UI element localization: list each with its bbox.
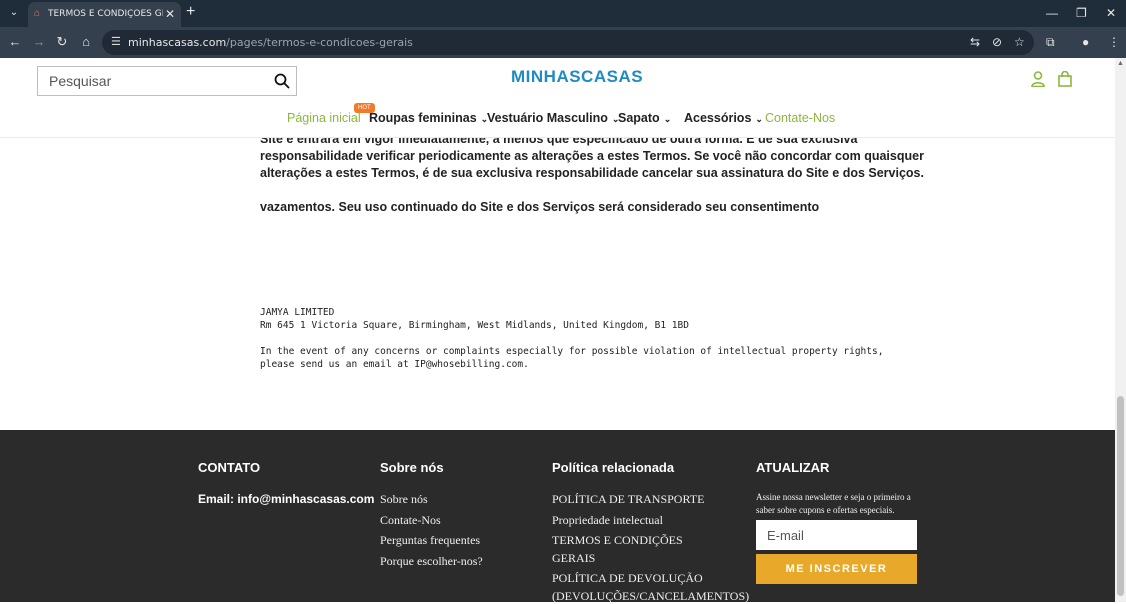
ip-notice-line: In the event of any concerns or complain… bbox=[260, 346, 884, 357]
footer-email[interactable]: Email: info@minhascasas.com bbox=[198, 492, 374, 506]
footer-link-faq[interactable]: Perguntas frequentes bbox=[380, 533, 480, 548]
nav-accessories[interactable]: Acessórios ⌄ bbox=[684, 109, 763, 128]
footer-link-terms[interactable]: TERMOS E CONDIÇÕES bbox=[552, 533, 683, 548]
footer-contact-title: CONTATO bbox=[198, 460, 261, 475]
site-footer: CONTATO Email: info@minhascasas.com Sobr… bbox=[0, 430, 1115, 603]
footer-link-returns[interactable]: POLÍTICA DE DEVOLUÇÃO bbox=[552, 571, 703, 586]
footer-about-title: Sobre nós bbox=[380, 460, 444, 475]
ip-notice-line: please send us an email at IP@whosebilli… bbox=[260, 359, 529, 370]
terms-line: Site e entrará em vigor imediatamente, a… bbox=[260, 138, 858, 146]
chevron-down-icon: ⌄ bbox=[755, 114, 763, 124]
menu-dots-icon[interactable]: ⋮ bbox=[1108, 34, 1120, 50]
eye-off-icon[interactable]: ⊘ bbox=[992, 35, 1002, 50]
translate-icon[interactable]: ⇆ bbox=[970, 35, 980, 50]
scroll-up-icon[interactable]: ▲ bbox=[1117, 60, 1124, 67]
site-logo[interactable]: MINHASCASAS bbox=[511, 67, 643, 87]
browser-toolbar: ← → ↻ ⌂ ☰ minhascasas.com/pages/termos-e… bbox=[0, 27, 1126, 58]
tab-search-icon[interactable]: ⌄ bbox=[6, 5, 22, 21]
nav-home[interactable]: Página inicial bbox=[287, 109, 361, 127]
site-header: MINHASCASAS HOT Página inicial Roupas fe… bbox=[0, 58, 1115, 138]
footer-link-why-us[interactable]: Porque escolher-nos? bbox=[380, 554, 483, 569]
browser-tab[interactable]: ⌂ TERMOS E CONDIÇÕES GERAIS ✕ bbox=[28, 2, 181, 27]
terms-line: alterações a estes Termos, é de sua excl… bbox=[260, 166, 924, 180]
url-text: minhascasas.com/pages/termos-e-condicoes… bbox=[128, 36, 413, 49]
footer-link-contact[interactable]: Contate-Nos bbox=[380, 513, 441, 528]
nav-men[interactable]: Vestuário Masculino ⌄ bbox=[487, 109, 619, 128]
search-icon[interactable] bbox=[274, 73, 290, 89]
url-domain: minhascasas.com bbox=[128, 36, 227, 49]
nav-accessories-label: Acessórios bbox=[684, 111, 752, 125]
main-nav: Página inicial Roupas femininas ⌄ Vestuár… bbox=[0, 109, 1115, 129]
footer-link-ip[interactable]: Propriedade intelectual bbox=[552, 513, 663, 528]
browser-tab-bar: ⌄ ⌂ TERMOS E CONDIÇÕES GERAIS ✕ + — ❐ ✕ bbox=[0, 0, 1126, 27]
footer-link-shipping[interactable]: POLÍTICA DE TRANSPORTE bbox=[552, 492, 704, 507]
subscribe-button[interactable]: ME INSCREVER bbox=[756, 554, 917, 584]
chevron-down-icon: ⌄ bbox=[663, 114, 672, 124]
search-box bbox=[37, 66, 297, 96]
home-icon[interactable]: ⌂ bbox=[78, 34, 94, 50]
terms-content: Site e entrará em vigor imediatamente, a… bbox=[0, 138, 1115, 430]
extensions-icon[interactable]: ⧉ bbox=[1046, 34, 1055, 50]
tab-title: TERMOS E CONDIÇÕES GERAIS bbox=[48, 9, 163, 19]
footer-link-terms-cont[interactable]: GERAIS bbox=[552, 551, 595, 566]
company-address: Rm 645 1 Victoria Square, Birmingham, We… bbox=[260, 320, 689, 331]
company-name: JAMYA LIMITED bbox=[260, 307, 335, 318]
footer-newsletter-title: ATUALIZAR bbox=[756, 460, 830, 475]
reload-icon[interactable]: ↻ bbox=[54, 34, 70, 50]
newsletter-email-input[interactable] bbox=[756, 520, 917, 550]
favicon-icon: ⌂ bbox=[34, 8, 41, 19]
forward-icon[interactable]: → bbox=[31, 34, 47, 50]
address-bar[interactable]: ☰ minhascasas.com/pages/termos-e-condico… bbox=[102, 30, 1034, 55]
nav-shoes[interactable]: Sapato ⌄ bbox=[618, 109, 671, 128]
bookmark-star-icon[interactable]: ☆ bbox=[1014, 35, 1025, 50]
search-input[interactable] bbox=[38, 67, 268, 95]
nav-women[interactable]: Roupas femininas ⌄ bbox=[369, 109, 488, 128]
new-tab-icon[interactable]: + bbox=[186, 4, 195, 20]
nav-women-label: Roupas femininas bbox=[369, 111, 477, 125]
account-icon[interactable] bbox=[1031, 71, 1045, 87]
site-info-icon[interactable]: ☰ bbox=[111, 35, 121, 50]
restore-icon[interactable]: ❐ bbox=[1076, 5, 1087, 21]
footer-link-about[interactable]: Sobre nós bbox=[380, 492, 428, 507]
footer-policy-title: Política relacionada bbox=[552, 460, 675, 475]
terms-line: responsabilidade verificar periodicament… bbox=[260, 149, 924, 163]
terms-line: vazamentos. Seu uso continuado do Site e… bbox=[260, 200, 820, 214]
url-path: /pages/termos-e-condicoes-gerais bbox=[226, 36, 413, 49]
profile-icon[interactable]: ● bbox=[1082, 34, 1089, 50]
minimize-icon[interactable]: — bbox=[1046, 5, 1058, 21]
page-scrollbar[interactable]: ▲ bbox=[1115, 58, 1126, 602]
nav-shoes-label: Sapato bbox=[618, 111, 660, 125]
scroll-thumb[interactable] bbox=[1117, 396, 1124, 596]
close-window-icon[interactable]: ✕ bbox=[1106, 5, 1116, 21]
shopping-bag-icon[interactable] bbox=[1058, 71, 1072, 87]
close-tab-icon[interactable]: ✕ bbox=[165, 6, 175, 22]
newsletter-text: Assine nossa newsletter e seja o primeir… bbox=[756, 492, 911, 515]
nav-men-label: Vestuário Masculino bbox=[487, 111, 608, 125]
nav-contact[interactable]: Contate-Nos bbox=[765, 109, 835, 127]
back-icon[interactable]: ← bbox=[7, 34, 23, 50]
